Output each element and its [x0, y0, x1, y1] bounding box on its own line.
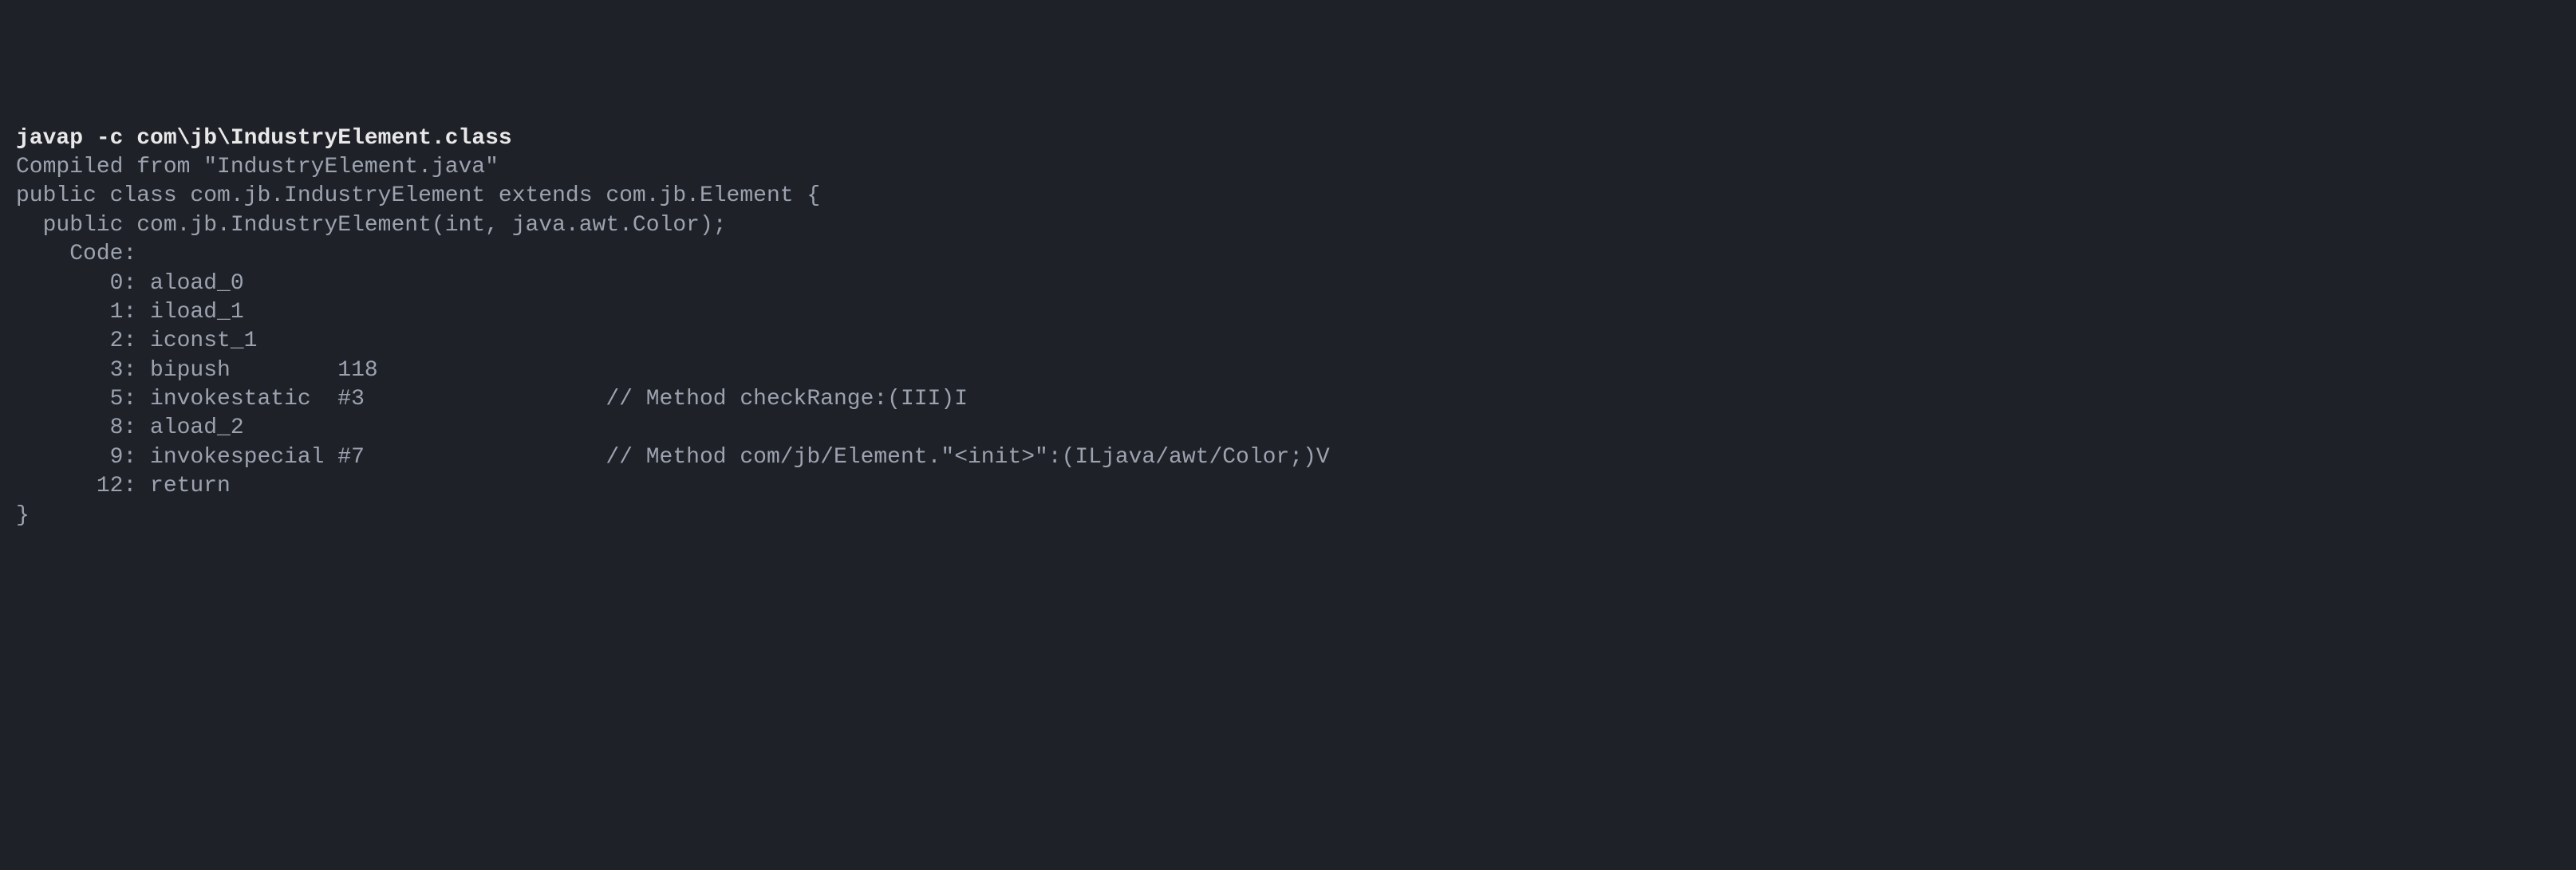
output-line: 2: iconst_1	[16, 327, 2560, 356]
output-line: Code:	[16, 240, 2560, 269]
output-line: public class com.jb.IndustryElement exte…	[16, 182, 2560, 211]
output-line: 1: iload_1	[16, 298, 2560, 327]
output-line: 9: invokespecial #7 // Method com/jb/Ele…	[16, 443, 2560, 472]
output-line: 8: aload_2	[16, 414, 2560, 443]
output-line: Compiled from "IndustryElement.java"	[16, 153, 2560, 182]
output-line: }	[16, 502, 2560, 530]
output-line: 5: invokestatic #3 // Method checkRange:…	[16, 385, 2560, 414]
terminal-command: javap -c com\jb\IndustryElement.class	[16, 124, 2560, 153]
output-line: 0: aload_0	[16, 270, 2560, 298]
output-line: 3: bipush 118	[16, 356, 2560, 385]
output-line: 12: return	[16, 472, 2560, 501]
output-line: public com.jb.IndustryElement(int, java.…	[16, 211, 2560, 240]
